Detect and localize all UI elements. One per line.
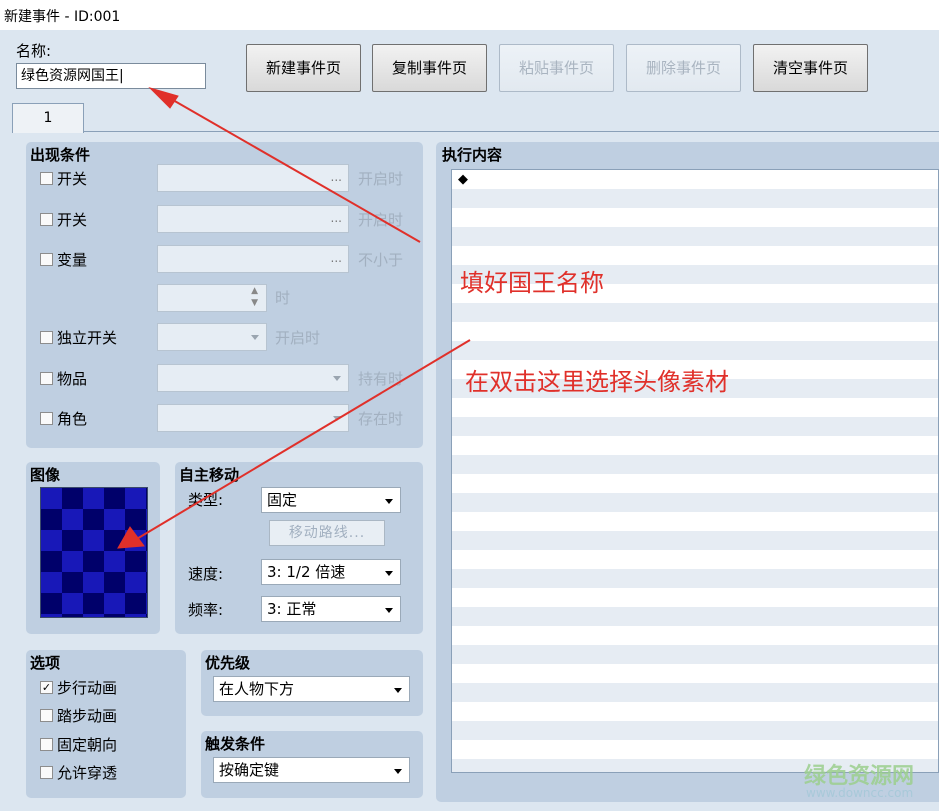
event-editor-window: 新建事件 - ID:001 名称: 绿色资源网国王| 新建事件页 复制事件页 粘…	[0, 0, 939, 811]
annotation-double-click: 在双击这里选择头像素材	[465, 368, 729, 396]
annotation-arrows	[117, 86, 471, 549]
arrow-line-to-image	[134, 339, 471, 541]
watermark-url: www.downcc.com	[806, 786, 914, 800]
annotation-fill-name: 填好国王名称	[460, 269, 604, 297]
arrow-line-to-name	[165, 95, 421, 243]
arrow-head-to-name	[148, 86, 179, 109]
